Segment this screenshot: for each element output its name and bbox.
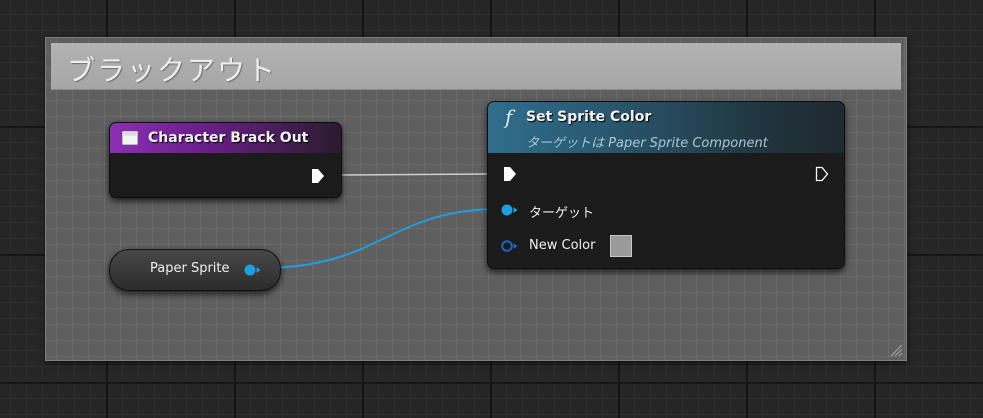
new-color-pin[interactable] xyxy=(501,239,519,253)
event-node-title: Character Brack Out xyxy=(148,130,309,146)
function-node[interactable]: f Set Sprite Color ターゲットは Paper Sprite C… xyxy=(487,101,845,269)
resize-grip-icon[interactable] xyxy=(887,341,903,357)
exec-out-pin[interactable] xyxy=(815,166,829,182)
function-node-title: Set Sprite Color xyxy=(526,109,652,125)
event-node[interactable]: Character Brack Out xyxy=(109,122,342,198)
comment-header[interactable]: ブラックアウト xyxy=(51,43,901,90)
comment-title: ブラックアウト xyxy=(67,54,278,87)
exec-out-pin[interactable] xyxy=(311,168,325,184)
target-pin-label: ターゲット xyxy=(529,206,595,221)
new-color-pin-label: New Color xyxy=(529,238,596,253)
function-icon: f xyxy=(505,105,513,129)
paper-sprite-variable-node[interactable]: Paper Sprite xyxy=(109,249,281,291)
event-icon xyxy=(122,131,138,145)
function-node-subtitle: ターゲットは Paper Sprite Component xyxy=(526,136,768,151)
variable-node-label: Paper Sprite xyxy=(150,261,230,276)
paper-sprite-output-pin[interactable] xyxy=(244,263,262,277)
target-pin[interactable] xyxy=(501,203,519,217)
new-color-swatch[interactable] xyxy=(610,235,632,257)
exec-in-pin[interactable] xyxy=(503,166,517,182)
